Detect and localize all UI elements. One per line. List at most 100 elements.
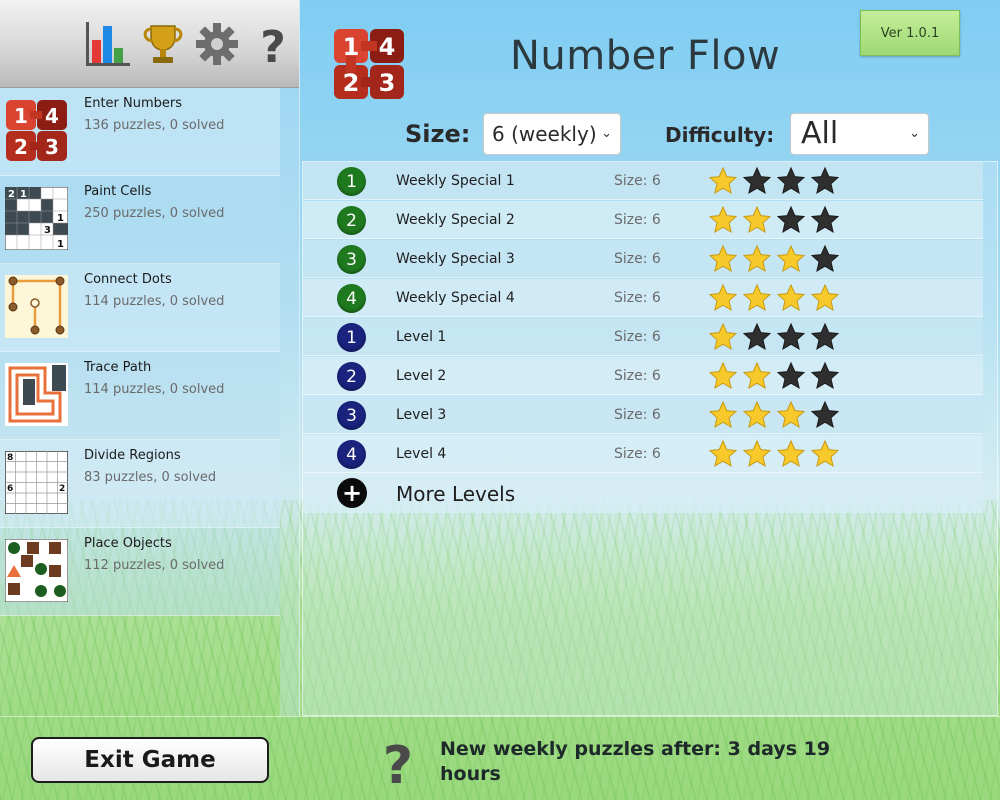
more-levels-row[interactable]: + More Levels xyxy=(303,473,983,513)
star-filled-icon xyxy=(742,244,772,273)
star-filled-icon xyxy=(742,400,772,429)
level-number-badge: 2 xyxy=(337,362,366,391)
star-empty-icon xyxy=(742,166,772,195)
level-name: Level 4 xyxy=(396,446,447,462)
difficulty-stars xyxy=(708,400,840,430)
star-filled-icon xyxy=(742,205,772,234)
difficulty-label: Difficulty: xyxy=(665,123,775,147)
star-filled-icon xyxy=(742,361,772,390)
star-filled-icon xyxy=(742,439,772,468)
level-name: Weekly Special 4 xyxy=(396,290,515,306)
puzzle-type-name: Trace Path xyxy=(84,360,152,375)
level-row[interactable]: 2 Weekly Special 2 Size: 6 xyxy=(303,201,983,239)
level-name: Weekly Special 2 xyxy=(396,212,515,228)
level-size: Size: 6 xyxy=(614,251,661,267)
star-empty-icon xyxy=(810,322,840,351)
svg-text:?: ? xyxy=(383,736,413,789)
puzzle-type-name: Connect Dots xyxy=(84,272,172,287)
level-row[interactable]: 2 Level 2 Size: 6 xyxy=(303,357,983,395)
level-row[interactable]: 1 Level 1 Size: 6 xyxy=(303,318,983,356)
svg-text:1: 1 xyxy=(20,189,27,200)
star-filled-icon xyxy=(708,244,738,273)
svg-text:3: 3 xyxy=(379,69,396,97)
help-icon[interactable]: ? xyxy=(248,18,298,70)
level-row[interactable]: 4 Level 4 Size: 6 xyxy=(303,435,983,473)
star-empty-icon xyxy=(742,322,772,351)
level-size: Size: 6 xyxy=(614,407,661,423)
help-icon[interactable]: ? xyxy=(378,733,418,789)
star-filled-icon xyxy=(776,244,806,273)
level-size: Size: 6 xyxy=(614,446,661,462)
size-select-value: 6 (weekly) xyxy=(492,122,597,146)
star-filled-icon xyxy=(708,400,738,429)
level-row[interactable]: 4 Weekly Special 4 Size: 6 xyxy=(303,279,983,317)
level-name: Level 2 xyxy=(396,368,447,384)
star-empty-icon xyxy=(776,322,806,351)
puzzle-type-name: Paint Cells xyxy=(84,184,152,199)
puzzle-type-progress: 114 puzzles, 0 solved xyxy=(84,294,225,309)
star-filled-icon xyxy=(708,322,738,351)
enter-numbers-icon: 1 4 2 3 xyxy=(6,100,67,161)
difficulty-select-value: All xyxy=(801,116,839,151)
trophy-icon[interactable] xyxy=(138,18,188,70)
puzzle-type-name: Place Objects xyxy=(84,536,172,551)
exit-game-button[interactable]: Exit Game xyxy=(31,737,269,783)
sidebar-scrollbar[interactable] xyxy=(280,88,300,716)
level-number-badge: 4 xyxy=(337,440,366,469)
chevron-down-icon: ⌄ xyxy=(601,126,612,141)
difficulty-select[interactable]: All ⌄ xyxy=(790,113,929,155)
level-size: Size: 6 xyxy=(614,290,661,306)
star-empty-icon xyxy=(776,205,806,234)
svg-text:2: 2 xyxy=(59,484,65,494)
svg-text:4: 4 xyxy=(379,33,396,61)
level-number-badge: 1 xyxy=(337,167,366,196)
star-empty-icon xyxy=(776,361,806,390)
level-size: Size: 6 xyxy=(614,329,661,345)
svg-text:2: 2 xyxy=(14,135,28,159)
sidebar-toolbar: ? xyxy=(0,0,299,88)
version-button[interactable]: Ver 1.0.1 xyxy=(860,10,960,56)
puzzle-type-divide-regions[interactable]: 8 6 2 Divide Regions 83 puzzles, 0 solve… xyxy=(0,440,280,528)
star-filled-icon xyxy=(708,361,738,390)
plus-icon: + xyxy=(337,478,367,508)
puzzle-type-sidebar: ? 1 4 2 3 Enter Numbers 136 puzzles, 0 s… xyxy=(0,0,300,716)
star-filled-icon xyxy=(708,283,738,312)
puzzle-type-progress: 136 puzzles, 0 solved xyxy=(84,118,225,133)
level-row[interactable]: 3 Level 3 Size: 6 xyxy=(303,396,983,434)
level-size: Size: 6 xyxy=(614,368,661,384)
level-name: Weekly Special 1 xyxy=(396,173,515,189)
puzzle-type-trace-path[interactable]: Trace Path 114 puzzles, 0 solved xyxy=(0,352,280,440)
level-number-badge: 3 xyxy=(337,401,366,430)
gear-icon[interactable] xyxy=(192,18,242,70)
level-name: Weekly Special 3 xyxy=(396,251,515,267)
puzzle-type-progress: 83 puzzles, 0 solved xyxy=(84,470,217,485)
puzzle-type-place-objects[interactable]: Place Objects 112 puzzles, 0 solved xyxy=(0,528,280,616)
difficulty-stars xyxy=(708,439,840,469)
level-name: Level 3 xyxy=(396,407,447,423)
level-name: Level 1 xyxy=(396,329,447,345)
app-title: Number Flow xyxy=(510,33,781,79)
level-row[interactable]: 1 Weekly Special 1 Size: 6 xyxy=(303,162,983,200)
difficulty-stars xyxy=(708,166,840,196)
puzzle-type-progress: 250 puzzles, 0 solved xyxy=(84,206,225,221)
svg-text:3: 3 xyxy=(45,135,59,159)
puzzle-type-enter-numbers[interactable]: 1 4 2 3 Enter Numbers 136 puzzles, 0 sol… xyxy=(0,88,280,176)
star-empty-icon xyxy=(776,166,806,195)
svg-text:8: 8 xyxy=(7,453,13,463)
star-filled-icon xyxy=(776,400,806,429)
place-objects-icon xyxy=(5,539,68,602)
bar-chart-icon[interactable] xyxy=(82,18,132,70)
star-filled-icon xyxy=(776,439,806,468)
puzzle-type-name: Divide Regions xyxy=(84,448,181,463)
puzzle-type-connect-dots[interactable]: Connect Dots 114 puzzles, 0 solved xyxy=(0,264,280,352)
weekly-puzzles-message: New weekly puzzles after: 3 days 19 hour… xyxy=(440,738,831,785)
puzzle-type-paint-cells[interactable]: 21 4 131 Paint Cells 250 puzzles, 0 solv… xyxy=(0,176,280,264)
level-size: Size: 6 xyxy=(614,173,661,189)
star-filled-icon xyxy=(810,283,840,312)
star-empty-icon xyxy=(810,166,840,195)
level-row[interactable]: 3 Weekly Special 3 Size: 6 xyxy=(303,240,983,278)
svg-text:1: 1 xyxy=(57,213,64,224)
puzzle-type-progress: 114 puzzles, 0 solved xyxy=(84,382,225,397)
size-select[interactable]: 6 (weekly) ⌄ xyxy=(483,113,621,155)
paint-cells-icon: 21 4 131 xyxy=(5,187,68,250)
